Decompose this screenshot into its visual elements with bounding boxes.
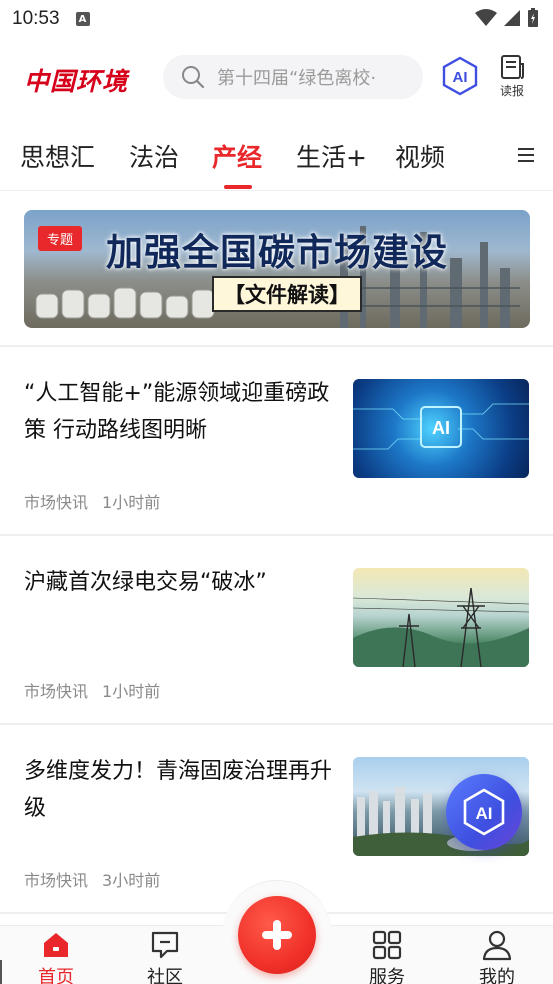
ai-chip-label: AI xyxy=(432,418,450,438)
article-thumbnail xyxy=(353,568,529,667)
publish-button[interactable] xyxy=(238,896,316,974)
search-icon xyxy=(182,66,205,89)
article-meta: 市场快讯 1小时前 xyxy=(24,489,160,513)
tab-industry-economy[interactable]: 产经 xyxy=(212,138,262,174)
article-item[interactable]: “人工智能+”能源领域迎重磅政策 行动路线图明晰 市场快讯 1小时前 AI xyxy=(0,347,553,535)
ai-assistant-button[interactable]: AI xyxy=(440,56,480,96)
tabs-divider xyxy=(0,190,553,191)
menu-icon[interactable] xyxy=(516,146,536,164)
read-newspaper-label: 读报 xyxy=(499,84,524,98)
ai-hexagon-icon: AI xyxy=(463,788,505,836)
nav-community[interactable]: 社区 xyxy=(125,929,205,984)
article-time: 1小时前 xyxy=(102,493,161,512)
floating-ai-button[interactable]: AI xyxy=(446,774,522,850)
tab-life-plus[interactable]: 生活+ xyxy=(296,138,367,174)
search-placeholder: 第十四届“绿色离校· xyxy=(217,68,377,89)
nav-profile-label: 我的 xyxy=(479,967,515,984)
article-title: 沪藏首次绿电交易“破冰” xyxy=(24,570,267,595)
nav-profile[interactable]: 我的 xyxy=(457,929,537,984)
screen-edge-indicator xyxy=(0,960,2,984)
article-meta: 市场快讯 1小时前 xyxy=(24,678,160,702)
banner-title: 加强全国碳市场建设 xyxy=(106,231,448,274)
banner-subtitle: 【文件解读】 xyxy=(212,276,362,312)
wifi-icon xyxy=(475,9,497,26)
category-tabs: 思想汇 法治 产经 生活+ 视频 xyxy=(0,130,553,190)
tab-thought[interactable]: 思想汇 xyxy=(20,138,95,174)
article-source: 市场快讯 xyxy=(24,493,89,512)
search-bar[interactable]: 第十四届“绿色离校· xyxy=(163,55,423,99)
read-newspaper-button[interactable]: 读报 xyxy=(494,54,530,102)
article-time: 1小时前 xyxy=(102,682,161,701)
nav-services-label: 服务 xyxy=(369,967,405,984)
article-item[interactable]: 沪藏首次绿电交易“破冰” 市场快讯 1小时前 xyxy=(0,536,553,724)
chat-bubble-icon xyxy=(151,931,179,959)
home-icon xyxy=(44,933,68,957)
user-icon xyxy=(482,930,512,961)
tab-video[interactable]: 视频 xyxy=(395,138,445,174)
nav-home[interactable]: 首页 xyxy=(16,929,96,984)
notification-a-icon: A xyxy=(75,12,90,26)
topic-banner[interactable]: 专题 加强全国碳市场建设 【文件解读】 xyxy=(24,210,530,328)
svg-text:AI: AI xyxy=(453,69,468,86)
article-title: “人工智能+”能源领域迎重磅政策 行动路线图明晰 xyxy=(24,381,330,443)
status-icons xyxy=(475,8,539,28)
ai-chip-illustration: AI xyxy=(353,403,529,450)
article-meta: 市场快讯 3小时前 xyxy=(24,867,160,891)
signal-icon xyxy=(504,10,520,26)
grid-icon xyxy=(372,930,402,960)
app-header: 中国环境 第十四届“绿色离校· AI 读报 xyxy=(0,50,553,106)
nav-home-label: 首页 xyxy=(38,967,74,984)
status-time: 10:53 xyxy=(12,8,60,29)
nav-services[interactable]: 服务 xyxy=(347,929,427,984)
article-source: 市场快讯 xyxy=(24,682,89,701)
plus-icon xyxy=(262,920,292,950)
article-time: 3小时前 xyxy=(102,871,161,890)
article-title: 多维度发力！青海固废治理再升级 xyxy=(24,759,333,821)
nav-community-label: 社区 xyxy=(147,967,183,984)
topic-tag: 专题 xyxy=(38,226,83,251)
ai-hexagon-icon: AI xyxy=(442,56,478,96)
storage-tanks-illustration xyxy=(35,287,215,319)
article-thumbnail: AI xyxy=(353,379,529,478)
newspaper-icon xyxy=(501,55,524,79)
app-logo[interactable]: 中国环境 xyxy=(24,62,128,98)
battery-icon xyxy=(528,8,538,27)
active-tab-indicator xyxy=(224,185,252,189)
status-bar: 10:53 A xyxy=(0,0,553,38)
floating-ai-label: AI xyxy=(476,804,493,823)
power-tower-illustration xyxy=(353,587,529,667)
tab-law[interactable]: 法治 xyxy=(129,138,179,174)
article-source: 市场快讯 xyxy=(24,871,89,890)
